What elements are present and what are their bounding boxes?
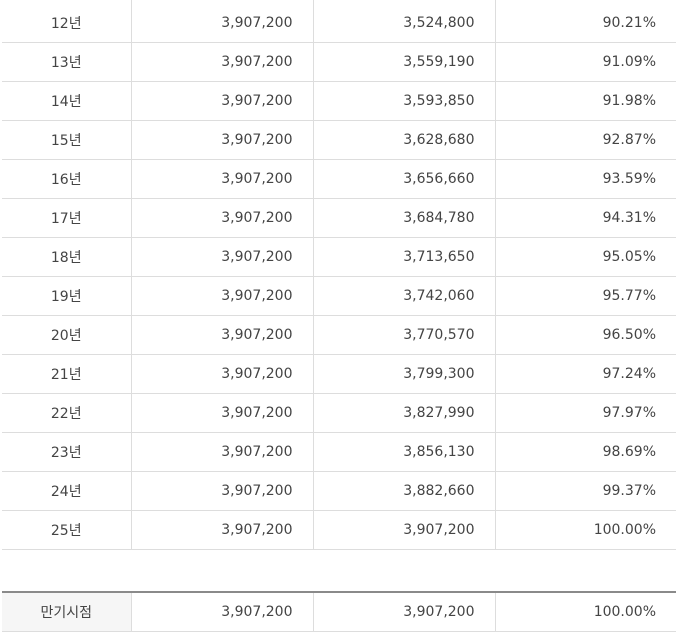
amount-a-cell: 3,907,200: [131, 81, 314, 121]
amount-a-cell: 3,907,200: [131, 315, 314, 355]
table-row: 25년 3,907,200 3,907,200 100.00%: [2, 510, 676, 550]
amount-a-cell: 3,907,200: [131, 198, 314, 238]
table-row: 18년 3,907,200 3,713,650 95.05%: [2, 237, 676, 277]
year-cell: 24년: [2, 471, 132, 511]
year-cell: 16년: [2, 159, 132, 199]
summary-table: 만기시점 3,907,200 3,907,200 100.00%: [2, 591, 676, 632]
table-row: 23년 3,907,200 3,856,130 98.69%: [2, 432, 676, 472]
amount-b-cell: 3,799,300: [313, 354, 496, 394]
table-row: 24년 3,907,200 3,882,660 99.37%: [2, 471, 676, 511]
amount-b-cell: 3,559,190: [313, 42, 496, 82]
amount-a-cell: 3,907,200: [131, 276, 314, 316]
summary-amount-b: 3,907,200: [313, 592, 496, 632]
rate-cell: 93.59%: [495, 159, 676, 199]
rate-cell: 97.97%: [495, 393, 676, 433]
year-cell: 17년: [2, 198, 132, 238]
summary-rate: 100.00%: [495, 592, 676, 632]
amount-a-cell: 3,907,200: [131, 471, 314, 511]
yearly-table-body: 12년 3,907,200 3,524,800 90.21% 13년 3,907,200 3…: [2, 4, 676, 550]
table-row: 19년 3,907,200 3,742,060 95.77%: [2, 276, 676, 316]
year-cell: 15년: [2, 120, 132, 160]
rate-cell: 96.50%: [495, 315, 676, 355]
year-cell: 25년: [2, 510, 132, 550]
year-cell: 14년: [2, 81, 132, 121]
amount-b-cell: 3,713,650: [313, 237, 496, 277]
table-row: 16년 3,907,200 3,656,660 93.59%: [2, 159, 676, 199]
rate-cell: 100.00%: [495, 510, 676, 550]
rate-cell: 95.77%: [495, 276, 676, 316]
amount-b-cell: 3,684,780: [313, 198, 496, 238]
amount-b-cell: 3,856,130: [313, 432, 496, 472]
amount-a-cell: 3,907,200: [131, 354, 314, 394]
amount-b-cell: 3,524,800: [313, 4, 496, 43]
amount-b-cell: 3,907,200: [313, 510, 496, 550]
amount-b-cell: 3,827,990: [313, 393, 496, 433]
summary-row: 만기시점 3,907,200 3,907,200 100.00%: [2, 592, 676, 632]
table-row: 15년 3,907,200 3,628,680 92.87%: [2, 120, 676, 160]
rate-cell: 97.24%: [495, 354, 676, 394]
amount-a-cell: 3,907,200: [131, 42, 314, 82]
rate-cell: 99.37%: [495, 471, 676, 511]
rate-cell: 91.09%: [495, 42, 676, 82]
summary-label: 만기시점: [2, 592, 132, 632]
amount-b-cell: 3,770,570: [313, 315, 496, 355]
year-cell: 12년: [2, 4, 132, 43]
amount-b-cell: 3,628,680: [313, 120, 496, 160]
table-row: 13년 3,907,200 3,559,190 91.09%: [2, 42, 676, 82]
table-row: 21년 3,907,200 3,799,300 97.24%: [2, 354, 676, 394]
rate-cell: 91.98%: [495, 81, 676, 121]
amount-a-cell: 3,907,200: [131, 237, 314, 277]
yearly-table: 12년 3,907,200 3,524,800 90.21% 13년 3,907,200 3…: [2, 4, 676, 550]
amount-b-cell: 3,882,660: [313, 471, 496, 511]
amount-b-cell: 3,742,060: [313, 276, 496, 316]
amount-a-cell: 3,907,200: [131, 4, 314, 43]
rate-cell: 95.05%: [495, 237, 676, 277]
amount-b-cell: 3,593,850: [313, 81, 496, 121]
year-cell: 21년: [2, 354, 132, 394]
amount-a-cell: 3,907,200: [131, 159, 314, 199]
amount-a-cell: 3,907,200: [131, 120, 314, 160]
rate-cell: 92.87%: [495, 120, 676, 160]
table-row: 17년 3,907,200 3,684,780 94.31%: [2, 198, 676, 238]
year-cell: 19년: [2, 276, 132, 316]
amount-a-cell: 3,907,200: [131, 393, 314, 433]
year-cell: 22년: [2, 393, 132, 433]
rate-cell: 98.69%: [495, 432, 676, 472]
amount-a-cell: 3,907,200: [131, 432, 314, 472]
year-cell: 18년: [2, 237, 132, 277]
year-cell: 20년: [2, 315, 132, 355]
year-cell: 13년: [2, 42, 132, 82]
table-row: 22년 3,907,200 3,827,990 97.97%: [2, 393, 676, 433]
rate-cell: 90.21%: [495, 4, 676, 43]
year-cell: 23년: [2, 432, 132, 472]
amount-b-cell: 3,656,660: [313, 159, 496, 199]
summary-amount-a: 3,907,200: [131, 592, 314, 632]
table-row: 12년 3,907,200 3,524,800 90.21%: [2, 4, 676, 43]
amount-a-cell: 3,907,200: [131, 510, 314, 550]
table-row: 14년 3,907,200 3,593,850 91.98%: [2, 81, 676, 121]
rate-cell: 94.31%: [495, 198, 676, 238]
table-row: 20년 3,907,200 3,770,570 96.50%: [2, 315, 676, 355]
